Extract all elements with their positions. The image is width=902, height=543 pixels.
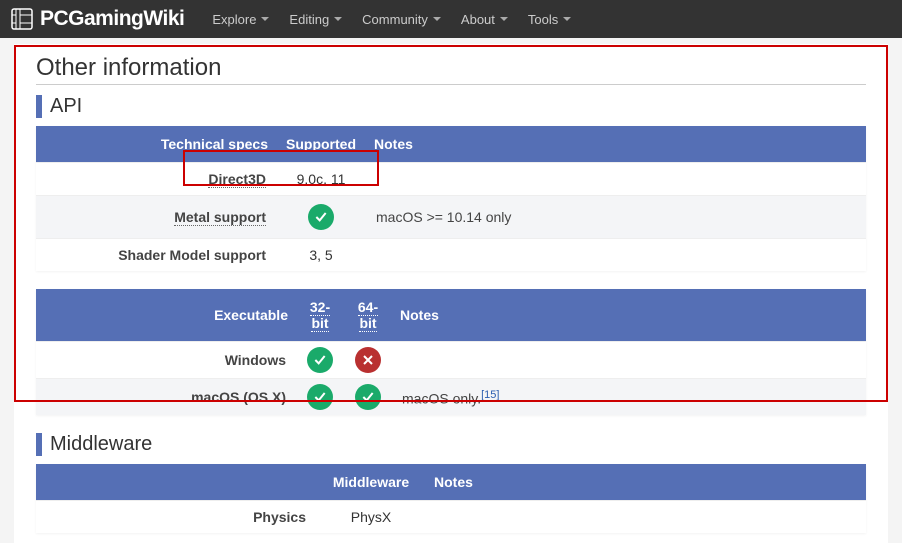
- middleware-table: Middleware Notes Physics PhysX: [36, 464, 866, 533]
- main-nav: Explore Editing Community About Tools: [202, 12, 581, 27]
- th-32bit: 32-bit: [296, 289, 344, 342]
- check-icon: [307, 384, 333, 410]
- topbar: PCGamingWiki Explore Editing Community A…: [0, 0, 902, 38]
- logo[interactable]: PCGamingWiki: [10, 7, 184, 31]
- row-value: 3, 5: [276, 239, 366, 272]
- api-table: Technical specs Supported Notes Direct3D…: [36, 126, 866, 271]
- citation-link[interactable]: [15]: [481, 389, 499, 401]
- table-row: Physics PhysX: [36, 501, 866, 534]
- subsection-api: API: [36, 95, 866, 118]
- th-specs: Technical specs: [36, 126, 276, 163]
- table-row: Windows: [36, 342, 866, 379]
- logo-icon: [10, 7, 34, 31]
- row-notes: [366, 163, 866, 196]
- row-label[interactable]: Metal support: [174, 209, 266, 226]
- th-notes: Notes: [426, 464, 866, 501]
- content: Other information API Technical specs Su…: [14, 44, 888, 543]
- table-row: Shader Model support 3, 5: [36, 239, 866, 272]
- subsection-middleware: Middleware: [36, 433, 866, 456]
- th-notes: Notes: [392, 289, 866, 342]
- nav-label: About: [461, 12, 495, 27]
- table-row: Direct3D 9.0c, 11: [36, 163, 866, 196]
- check-icon: [308, 204, 334, 230]
- table-row: Metal support macOS >= 10.14 only: [36, 196, 866, 239]
- executable-table: Executable 32-bit 64-bit Notes Windows m…: [36, 289, 866, 415]
- check-icon: [355, 384, 381, 410]
- th-supported: Supported: [276, 126, 366, 163]
- row-notes: [366, 239, 866, 272]
- logo-text: PCGamingWiki: [40, 7, 184, 31]
- row-value: 9.0c, 11: [276, 163, 366, 196]
- chevron-down-icon: [500, 17, 508, 21]
- row-value: PhysX: [316, 501, 426, 534]
- row-label[interactable]: Direct3D: [208, 171, 266, 188]
- chevron-down-icon: [433, 17, 441, 21]
- row-notes: macOS only.[15]: [392, 379, 866, 416]
- row-notes: [392, 342, 866, 379]
- nav-editing[interactable]: Editing: [279, 12, 352, 27]
- chevron-down-icon: [261, 17, 269, 21]
- nav-label: Explore: [212, 12, 256, 27]
- row-label: macOS (OS X): [191, 389, 286, 405]
- nav-label: Tools: [528, 12, 558, 27]
- nav-community[interactable]: Community: [352, 12, 451, 27]
- nav-label: Community: [362, 12, 428, 27]
- th-64bit: 64-bit: [344, 289, 392, 342]
- chevron-down-icon: [334, 17, 342, 21]
- table-row: macOS (OS X) macOS only.[15]: [36, 379, 866, 416]
- section-title: Other information: [36, 54, 866, 85]
- th-notes: Notes: [366, 126, 866, 163]
- th-blank: [36, 464, 316, 501]
- nav-label: Editing: [289, 12, 329, 27]
- th-middleware: Middleware: [316, 464, 426, 501]
- check-icon: [307, 347, 333, 373]
- row-label: Windows: [225, 352, 286, 368]
- nav-explore[interactable]: Explore: [202, 12, 279, 27]
- cross-icon: [355, 347, 381, 373]
- row-label: Physics: [253, 509, 306, 525]
- th-exec: Executable: [36, 289, 296, 342]
- page-root: PCGamingWiki Explore Editing Community A…: [0, 0, 902, 543]
- row-notes: [426, 501, 866, 534]
- row-label: Shader Model support: [118, 247, 266, 263]
- nav-tools[interactable]: Tools: [518, 12, 581, 27]
- row-notes: macOS >= 10.14 only: [366, 196, 866, 239]
- nav-about[interactable]: About: [451, 12, 518, 27]
- chevron-down-icon: [563, 17, 571, 21]
